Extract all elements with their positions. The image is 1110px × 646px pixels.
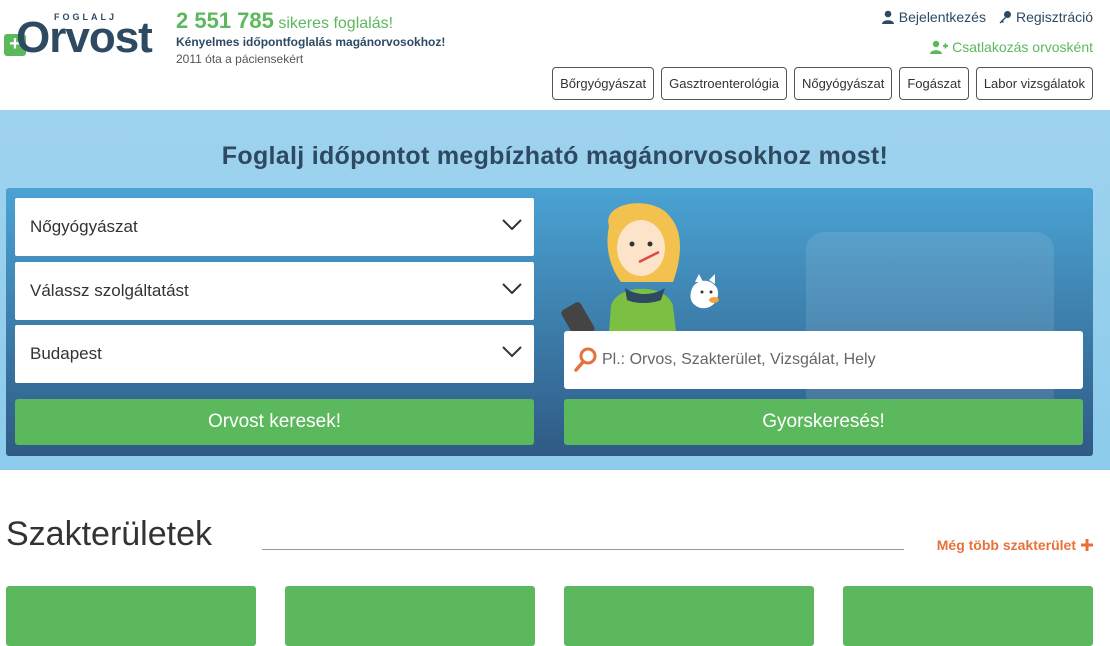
hero-section: Foglalj időpontot megbízható magánorvoso… [0,110,1110,470]
find-doctor-button[interactable]: Orvost keresek! [15,399,534,445]
user-plus-icon [930,40,949,54]
quick-search-button[interactable]: Gyorskeresés! [564,399,1083,445]
tagline: Kényelmes időpontfoglalás magánorvosokho… [176,35,446,49]
sick-patient-illustration [561,203,719,332]
logo[interactable]: + FOGLALJ Orvost [4,10,164,62]
specialty-select-value: Nőgyógyászat [30,217,138,236]
specialties-title: Szakterületek [6,515,212,553]
logo-big-text: Orvost [16,13,153,62]
booking-count-suffix: sikeres foglalás! [278,15,394,32]
chevron-down-icon [502,219,522,231]
join-as-doctor-link[interactable]: Csatlakozás orvosként [930,39,1093,55]
more-specialties-label: Még több szakterület [936,537,1076,553]
quick-search-input[interactable] [602,331,1072,389]
booking-stats: 2 551 785 sikeres foglalás! Kényelmes id… [176,8,445,66]
specialty-card[interactable] [6,586,256,646]
login-label: Bejelentkezés [898,9,986,25]
city-select[interactable]: Budapest [15,325,534,383]
tag-dermatology[interactable]: Bőrgyógyászat [552,67,655,100]
site-header: + FOGLALJ Orvost 2 551 785 sikeres fogla… [0,0,1110,110]
user-icon [881,10,894,24]
tag-gastroenterology[interactable]: Gasztroenterológia [661,67,787,100]
account-links: Bejelentkezés Regisztráció [881,9,1093,25]
tag-dentistry[interactable]: Fogászat [899,67,969,100]
tag-gynecology[interactable]: Nőgyógyászat [793,67,893,100]
plus-icon [1081,539,1093,551]
specialty-card[interactable] [843,586,1093,646]
login-link[interactable]: Bejelentkezés [881,9,986,25]
quick-specialty-tags: Bőrgyógyászat Gasztroenterológia Nőgyógy… [552,67,1093,100]
chevron-down-icon [502,346,522,358]
register-link[interactable]: Regisztráció [998,9,1093,25]
specialty-select[interactable]: Nőgyógyászat [15,198,534,256]
search-panel: Nőgyógyászat Válassz szolgáltatást Budap… [6,188,1093,456]
register-label: Regisztráció [1015,9,1093,25]
service-select[interactable]: Válassz szolgáltatást [15,262,534,320]
specialty-card[interactable] [564,586,814,646]
key-icon [999,11,1011,24]
join-label: Csatlakozás orvosként [952,39,1093,55]
hero-title: Foglalj időpontot megbízható magánorvoso… [221,142,889,170]
quick-search-box [564,331,1083,389]
booking-count: 2 551 785 [176,8,274,33]
since-text: 2011 óta a páciensekért [176,52,304,66]
specialty-card[interactable] [285,586,535,646]
service-select-value: Válassz szolgáltatást [30,281,189,300]
section-divider [262,549,904,550]
search-icon [574,347,597,372]
tag-lab-tests[interactable]: Labor vizsgálatok [975,67,1093,100]
more-specialties-link[interactable]: Még több szakterület [937,537,1093,553]
chevron-down-icon [502,283,522,295]
city-select-value: Budapest [30,344,102,363]
